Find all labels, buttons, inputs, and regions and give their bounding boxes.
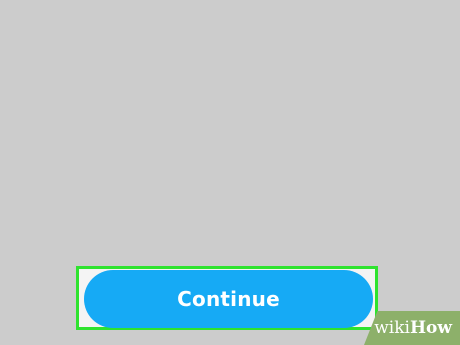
watermark-text: wikiHow	[374, 318, 452, 338]
continue-button-label: Continue	[177, 287, 280, 311]
watermark-wiki: wiki	[374, 318, 410, 338]
watermark-how: How	[409, 318, 452, 338]
continue-button[interactable]: Continue	[84, 270, 373, 328]
wikihow-watermark: wikiHow	[364, 311, 460, 345]
app-screen: Continue wikiHow	[0, 0, 460, 345]
